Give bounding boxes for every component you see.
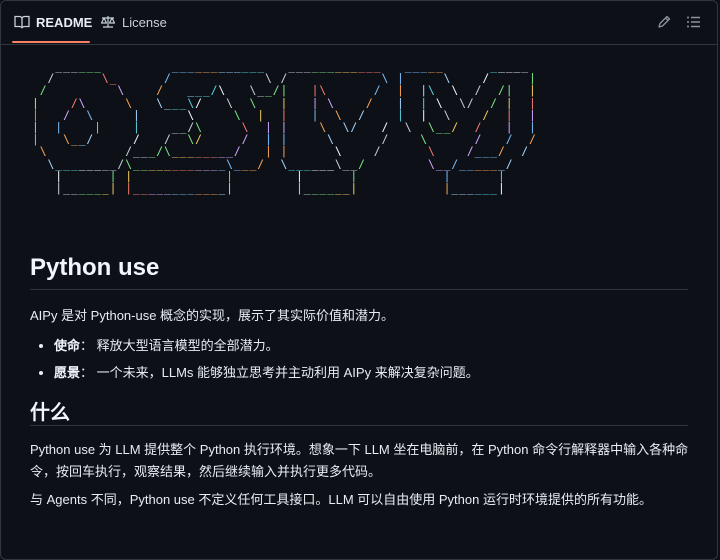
bullet-term: 使命: [54, 338, 81, 353]
outline-button[interactable]: [686, 14, 702, 30]
tab-license[interactable]: License: [100, 0, 167, 44]
scale-icon: [100, 14, 116, 30]
tab-license-label: License: [122, 14, 167, 30]
section-divider: [30, 425, 688, 426]
bullet-text: ： 释放大型语言模型的全部潜力。: [80, 338, 279, 353]
intro-paragraph: AIPy 是对 Python-use 概念的实现，展示了其实际价值和潜力。: [30, 308, 395, 323]
readme-tabbar: README License: [0, 0, 718, 45]
page-heading: Python use: [30, 254, 160, 281]
list-item: 使命： 释放大型语言模型的全部潜力。: [54, 332, 479, 359]
book-icon: [14, 14, 30, 30]
pencil-icon: [658, 15, 671, 28]
section-heading: 什么: [30, 402, 70, 424]
heading-divider: [30, 289, 688, 290]
bullet-text: ： 一个未来，LLMs 能够独立思考并主动利用 AIPy 来解决复杂问题。: [80, 365, 479, 380]
body-paragraph-2: 与 Agents 不同，Python use 不定义任何工具接口。LLM 可以自…: [30, 492, 652, 507]
ascii-logo: ______ ____________ ____________ _____ _…: [32, 59, 537, 196]
bullet-list: 使命： 释放大型语言模型的全部潜力。 愿景： 一个未来，LLMs 能够独立思考并…: [30, 332, 479, 386]
active-tab-underline: [12, 41, 90, 43]
edit-button[interactable]: [656, 14, 672, 30]
tab-readme-label: README: [36, 14, 93, 30]
body-paragraph-1: Python use 为 LLM 提供整个 Python 执行环境。想象一下 L…: [30, 442, 689, 479]
tab-readme[interactable]: README: [14, 0, 92, 44]
list-icon: [687, 16, 700, 28]
bullet-term: 愿景: [54, 365, 81, 380]
list-item: 愿景： 一个未来，LLMs 能够独立思考并主动利用 AIPy 来解决复杂问题。: [54, 359, 479, 386]
